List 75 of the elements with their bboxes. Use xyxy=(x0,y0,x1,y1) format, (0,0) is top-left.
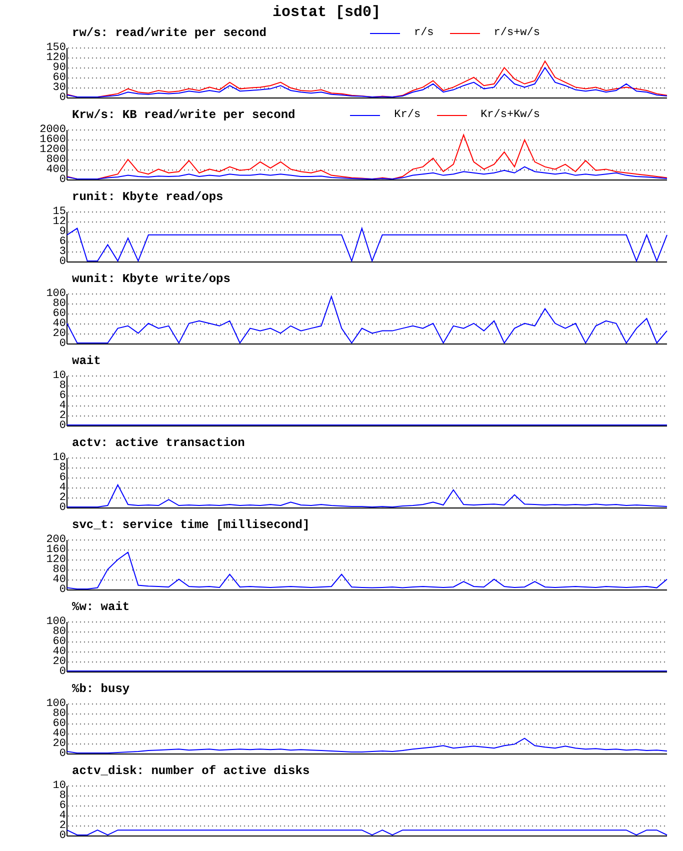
axis-tick-label: 60 xyxy=(52,73,66,83)
axis-tick-label: 0 xyxy=(59,421,66,431)
axis-tick-label: 10 xyxy=(52,781,66,791)
axis-tick-label: 8 xyxy=(59,463,66,473)
axis-tick-label: 60 xyxy=(52,309,66,319)
axis-tick-label: 60 xyxy=(52,637,66,647)
axis-tick-label: 20 xyxy=(52,739,66,749)
axis-tick-label: 40 xyxy=(52,647,66,657)
chart-title: actv: active transaction xyxy=(72,436,245,450)
axis-tick-label: 1200 xyxy=(40,145,66,155)
axis-tick-label: 0 xyxy=(59,667,66,677)
chart-title: svc_t: service time [millisecond] xyxy=(72,518,310,532)
axis-tick-label: 100 xyxy=(46,289,66,299)
axis-tick-label: 9 xyxy=(59,227,66,237)
axis-tick-label: 12 xyxy=(52,217,66,227)
page-title: iostat [sd0] xyxy=(272,4,381,23)
axis-tick-label: 120 xyxy=(46,555,66,565)
chart-title: rw/s: read/write per second xyxy=(72,26,266,40)
chart-title: wunit: Kbyte write/ops xyxy=(72,272,230,286)
axis-tick-label: 0 xyxy=(59,503,66,513)
axis-tick-label: 0 xyxy=(59,257,66,267)
chart-title: actv_disk: number of active disks xyxy=(72,764,310,778)
axis-tick-label: 0 xyxy=(59,831,66,841)
axis-tick-label: 10 xyxy=(52,371,66,381)
legend-label: r/s xyxy=(414,26,434,40)
axis-tick-label: 120 xyxy=(46,53,66,63)
axis-tick-label: 6 xyxy=(59,473,66,483)
legend-label: Kr/s xyxy=(394,108,421,122)
axis-tick-label: 100 xyxy=(46,617,66,627)
axis-tick-label: 0 xyxy=(59,175,66,185)
axis-tick-label: 4 xyxy=(59,401,66,411)
axis-tick-label: 160 xyxy=(46,545,66,555)
axis-tick-label: 80 xyxy=(52,709,66,719)
axis-tick-label: 2000 xyxy=(40,125,66,135)
axis-tick-label: 200 xyxy=(46,535,66,545)
axis-tick-label: 40 xyxy=(52,575,66,585)
chart-title: Krw/s: KB read/write per second xyxy=(72,108,296,122)
axis-tick-label: 3 xyxy=(59,247,66,257)
axis-tick-label: 800 xyxy=(46,155,66,165)
axis-tick-label: 150 xyxy=(46,43,66,53)
axis-tick-label: 400 xyxy=(46,165,66,175)
axis-tick-label: 80 xyxy=(52,299,66,309)
axis-tick-label: 80 xyxy=(52,627,66,637)
axis-tick-label: 0 xyxy=(59,93,66,103)
axis-tick-label: 100 xyxy=(46,699,66,709)
axis-tick-label: 20 xyxy=(52,329,66,339)
axis-tick-label: 60 xyxy=(52,719,66,729)
chart-title: wait xyxy=(72,354,101,368)
chart-title: %b: busy xyxy=(72,682,130,696)
axis-tick-label: 40 xyxy=(52,319,66,329)
axis-tick-label: 2 xyxy=(59,493,66,503)
legend-label: Kr/s+Kw/s xyxy=(480,108,540,122)
axis-tick-label: 8 xyxy=(59,791,66,801)
axis-tick-label: 1600 xyxy=(40,135,66,145)
axis-tick-label: 8 xyxy=(59,381,66,391)
legend-label: r/s+w/s xyxy=(494,26,540,40)
axis-tick-label: 6 xyxy=(59,237,66,247)
axis-tick-label: 0 xyxy=(59,585,66,595)
axis-tick-label: 10 xyxy=(52,453,66,463)
axis-tick-label: 0 xyxy=(59,749,66,759)
axis-tick-label: 90 xyxy=(52,63,66,73)
chart-title: %w: wait xyxy=(72,600,130,614)
axis-tick-label: 2 xyxy=(59,411,66,421)
axis-tick-label: 15 xyxy=(52,207,66,217)
axis-tick-label: 4 xyxy=(59,483,66,493)
axis-tick-label: 20 xyxy=(52,657,66,667)
axis-tick-label: 2 xyxy=(59,821,66,831)
axis-tick-label: 40 xyxy=(52,729,66,739)
axis-tick-label: 6 xyxy=(59,391,66,401)
chart-title: runit: Kbyte read/ops xyxy=(72,190,224,204)
axis-tick-label: 6 xyxy=(59,801,66,811)
axis-tick-label: 30 xyxy=(52,83,66,93)
axis-tick-label: 4 xyxy=(59,811,66,821)
axis-tick-label: 0 xyxy=(59,339,66,349)
axis-tick-label: 80 xyxy=(52,565,66,575)
